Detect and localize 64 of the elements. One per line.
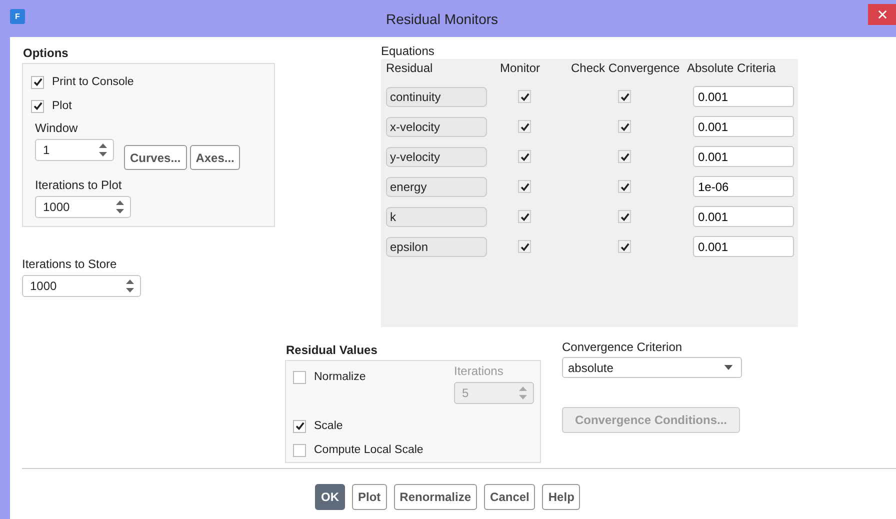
checkbox-label: Plot: [52, 100, 72, 112]
field-label: Convergence Criterion: [562, 340, 684, 354]
residual-name: energy: [386, 176, 487, 196]
checkbox[interactable]: [518, 90, 531, 103]
column-header: Absolute Criteria: [687, 61, 777, 77]
criteria-field[interactable]: 1e-06: [693, 176, 794, 197]
residual-name: x-velocity: [386, 116, 487, 136]
checkbox[interactable]: [618, 210, 631, 223]
checkbox-label: Scale: [314, 420, 343, 432]
residual-name: continuity: [386, 86, 487, 106]
criteria-field[interactable]: 0.001: [693, 86, 794, 107]
dialog-button[interactable]: Plot: [352, 484, 387, 510]
checkbox[interactable]: [518, 180, 531, 193]
spinner-field[interactable]: 1000: [35, 196, 131, 218]
close-button[interactable]: [868, 4, 896, 25]
checkbox[interactable]: [518, 240, 531, 253]
checkbox[interactable]: [618, 120, 631, 133]
residual-name: epsilon: [386, 236, 487, 256]
column-header: Monitor: [499, 61, 542, 77]
checkbox[interactable]: [618, 150, 631, 163]
field-label: Iterations to Store: [22, 257, 118, 271]
checkbox[interactable]: [518, 150, 531, 163]
dialog-button[interactable]: Renormalize: [394, 484, 478, 510]
checkbox-label: Compute Local Scale: [314, 444, 424, 456]
criteria-field[interactable]: 0.001: [693, 206, 794, 227]
checkbox[interactable]: [618, 240, 631, 253]
checkbox[interactable]: [518, 120, 531, 133]
dropdown-arrow-icon: [724, 365, 733, 370]
checkbox[interactable]: [518, 210, 531, 223]
checkbox[interactable]: [293, 444, 306, 456]
window-title: Residual Monitors: [386, 10, 498, 26]
dialog-button[interactable]: Help: [542, 484, 580, 510]
checkbox[interactable]: [293, 420, 306, 432]
criteria-field[interactable]: 0.001: [693, 146, 794, 167]
close-icon: [878, 10, 886, 19]
field-label: Window: [35, 121, 79, 135]
dialog-button[interactable]: Curves...: [124, 145, 187, 170]
checkbox-label: Print to Console: [52, 76, 134, 88]
residual-name: k: [386, 206, 487, 226]
field-label: Iterations: [454, 364, 504, 378]
spinner-field[interactable]: 1: [35, 139, 114, 161]
section-title: Options: [23, 46, 70, 60]
dialog-button[interactable]: Axes...: [190, 145, 240, 170]
dialog-button[interactable]: Cancel: [484, 484, 536, 510]
residual-name: y-velocity: [386, 146, 487, 166]
section-title: Equations: [381, 44, 436, 58]
checkbox[interactable]: [31, 76, 44, 88]
criteria-field[interactable]: 0.001: [693, 236, 794, 257]
spinner-arrows-icon[interactable]: [115, 199, 125, 215]
app-icon: F: [10, 9, 25, 24]
checkbox-label: Normalize: [314, 371, 366, 383]
field-label: Iterations to Plot: [35, 178, 123, 192]
dialog-button[interactable]: OK: [315, 484, 345, 510]
criteria-field[interactable]: 0.001: [693, 116, 794, 137]
section-title: Residual Values: [286, 343, 378, 357]
spinner-arrows-icon[interactable]: [125, 278, 135, 294]
checkbox[interactable]: [31, 100, 44, 112]
checkbox[interactable]: [618, 180, 631, 193]
spinner-arrows-icon[interactable]: [98, 142, 108, 158]
checkbox[interactable]: [618, 90, 631, 103]
dropdown[interactable]: absolute: [562, 357, 742, 378]
column-header: Residual: [386, 61, 434, 77]
spinner-field[interactable]: 1000: [22, 275, 141, 297]
checkbox[interactable]: [293, 370, 306, 384]
